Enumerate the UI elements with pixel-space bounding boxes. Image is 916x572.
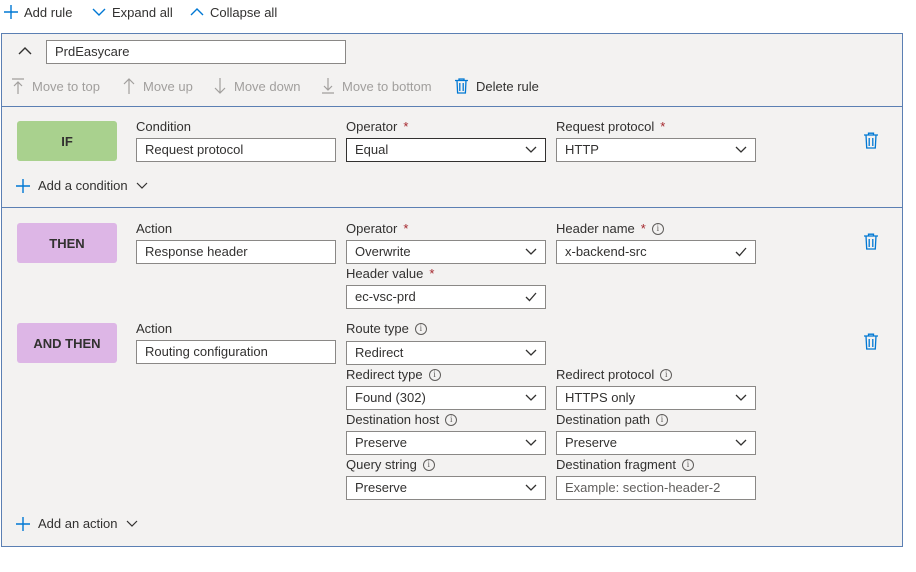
checkmark-icon xyxy=(525,292,537,302)
add-condition-button[interactable]: Add a condition xyxy=(16,178,148,193)
chevron-down-icon xyxy=(525,146,537,153)
info-icon[interactable]: i xyxy=(655,413,668,426)
route-type-label: Route type i xyxy=(346,321,427,336)
operator-dropdown[interactable]: Equal xyxy=(346,138,546,162)
chevron-down-icon xyxy=(525,349,537,356)
collapse-rule-chevron-icon[interactable] xyxy=(18,46,32,56)
query-string-dropdown[interactable]: Preserve xyxy=(346,476,546,500)
chevron-down-icon xyxy=(92,8,106,16)
info-icon[interactable]: i xyxy=(422,458,435,471)
plus-icon xyxy=(4,5,18,19)
destination-fragment-label: Destination fragment i xyxy=(556,457,694,472)
move-down-label: Move down xyxy=(234,78,301,94)
chevron-down-icon xyxy=(525,484,537,491)
expand-all-label: Expand all xyxy=(112,4,173,20)
rule-name-input[interactable]: PrdEasycare xyxy=(46,40,346,64)
info-icon[interactable]: i xyxy=(428,368,441,381)
move-to-top-label: Move to top xyxy=(32,78,100,94)
chevron-down-icon xyxy=(126,520,137,527)
chevron-down-icon xyxy=(735,394,747,401)
redirect-type-label: Redirect type i xyxy=(346,367,441,382)
operator-dropdown[interactable]: Overwrite xyxy=(346,240,546,264)
checkmark-icon xyxy=(735,247,747,257)
actions-section: THEN Action Response header Operator * Ov… xyxy=(2,209,902,546)
operator-label: Operator * xyxy=(346,221,409,236)
query-string-label: Query string i xyxy=(346,457,435,472)
action-field[interactable]: Routing configuration xyxy=(136,340,336,364)
condition-section: IF Condition Request protocol Operator * … xyxy=(2,108,902,208)
delete-condition-trash-icon[interactable] xyxy=(864,132,878,149)
add-action-label: Add an action xyxy=(38,516,118,531)
destination-path-label: Destination path i xyxy=(556,412,668,427)
chevron-up-icon xyxy=(190,8,204,16)
route-type-dropdown[interactable]: Redirect xyxy=(346,341,546,365)
chevron-down-icon xyxy=(735,146,747,153)
chevron-down-icon xyxy=(735,439,747,446)
move-down-button[interactable]: Move down xyxy=(214,78,300,94)
chevron-down-icon xyxy=(136,182,148,189)
move-to-bottom-button[interactable]: Move to bottom xyxy=(322,78,432,94)
plus-icon xyxy=(16,178,30,193)
move-to-top-button[interactable]: Move to top xyxy=(12,78,100,94)
delete-action-trash-icon[interactable] xyxy=(864,333,878,350)
condition-field[interactable]: Request protocol xyxy=(136,138,336,162)
if-badge: IF xyxy=(17,121,117,161)
move-to-top-icon xyxy=(12,78,24,94)
condition-label: Condition xyxy=(136,119,191,134)
destination-fragment-input[interactable]: Example: section-header-2 xyxy=(556,476,756,500)
arrow-up-icon xyxy=(123,78,135,94)
request-protocol-label: Request protocol * xyxy=(556,119,666,134)
move-up-button[interactable]: Move up xyxy=(123,78,193,94)
redirect-protocol-dropdown[interactable]: HTTPS only xyxy=(556,386,756,410)
destination-path-dropdown[interactable]: Preserve xyxy=(556,431,756,455)
action-field[interactable]: Response header xyxy=(136,240,336,264)
info-icon[interactable]: i xyxy=(445,413,458,426)
add-rule-button[interactable]: Add rule xyxy=(4,2,72,22)
then-badge: THEN xyxy=(17,223,117,263)
chevron-down-icon xyxy=(525,394,537,401)
info-icon[interactable]: i xyxy=(681,458,694,471)
collapse-all-label: Collapse all xyxy=(210,4,278,20)
info-icon[interactable]: i xyxy=(651,222,664,235)
header-name-field[interactable]: x-backend-src xyxy=(556,240,756,264)
expand-all-button[interactable]: Expand all xyxy=(92,2,173,22)
delete-rule-button[interactable]: Delete rule xyxy=(455,78,539,94)
move-to-bottom-icon xyxy=(322,78,334,94)
plus-icon xyxy=(16,516,30,531)
action-label: Action xyxy=(136,321,173,336)
header-name-label: Header name * i xyxy=(556,221,664,236)
add-action-button[interactable]: Add an action xyxy=(16,516,138,531)
header-value-field[interactable]: ec-vsc-prd xyxy=(346,285,546,309)
chevron-down-icon xyxy=(525,248,537,255)
info-icon[interactable]: i xyxy=(414,322,427,335)
collapse-all-button[interactable]: Collapse all xyxy=(190,2,277,22)
redirect-type-dropdown[interactable]: Found (302) xyxy=(346,386,546,410)
delete-rule-label: Delete rule xyxy=(476,78,539,94)
info-icon[interactable]: i xyxy=(660,368,673,381)
move-to-bottom-label: Move to bottom xyxy=(342,78,432,94)
action-label: Action xyxy=(136,221,173,236)
request-protocol-dropdown[interactable]: HTTP xyxy=(556,138,756,162)
destination-host-label: Destination host i xyxy=(346,412,458,427)
add-condition-label: Add a condition xyxy=(38,178,128,193)
rule-panel: PrdEasycare Move to top Move up Move dow… xyxy=(1,33,903,547)
operator-label: Operator * xyxy=(346,119,409,134)
delete-action-trash-icon[interactable] xyxy=(864,233,878,250)
and-then-badge: AND THEN xyxy=(17,323,117,363)
move-up-label: Move up xyxy=(143,78,193,94)
header-value-label: Header value * xyxy=(346,266,435,281)
arrow-down-icon xyxy=(214,78,226,94)
add-rule-label: Add rule xyxy=(24,4,73,20)
redirect-protocol-label: Redirect protocol i xyxy=(556,367,673,382)
chevron-down-icon xyxy=(525,439,537,446)
trash-icon xyxy=(455,78,468,94)
destination-host-dropdown[interactable]: Preserve xyxy=(346,431,546,455)
rule-header: PrdEasycare Move to top Move up Move dow… xyxy=(2,34,902,107)
